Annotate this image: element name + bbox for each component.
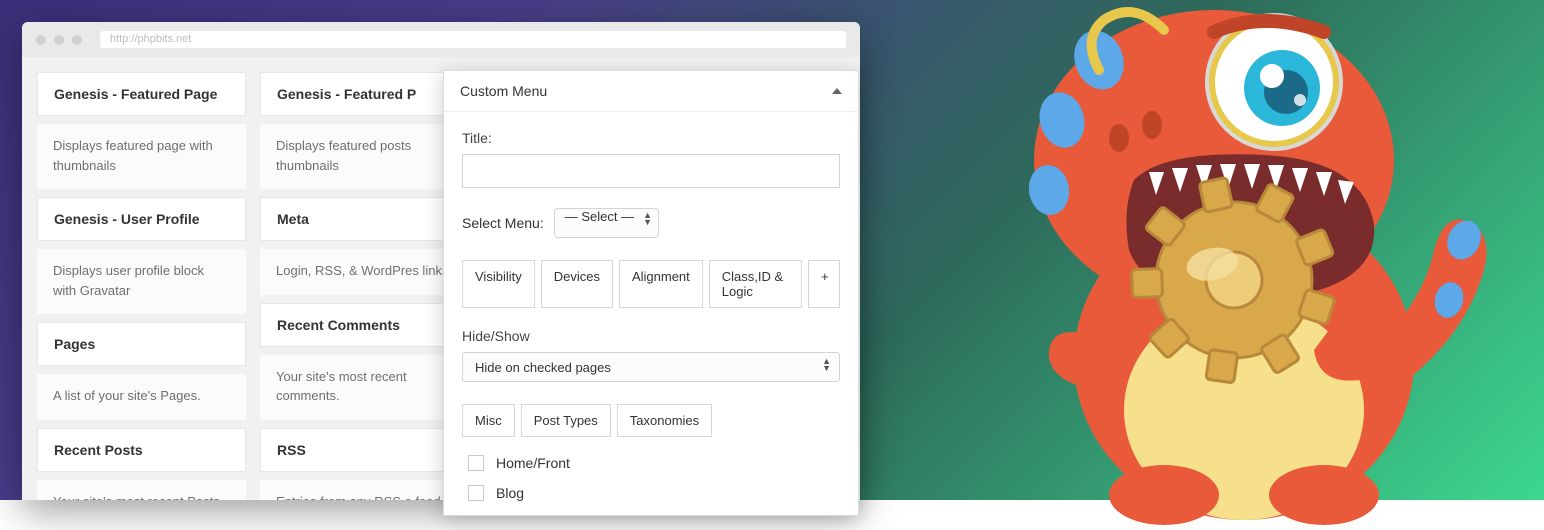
hideshow-label: Hide/Show — [462, 328, 840, 344]
widget-card[interactable]: Genesis - Featured P — [260, 72, 469, 116]
select-menu-dropdown[interactable]: — Select — ▲▼ — [554, 208, 659, 238]
check-row: Blog — [462, 485, 840, 501]
widget-title: Recent Comments — [261, 304, 468, 346]
checkbox-home-front[interactable] — [468, 455, 484, 471]
checkbox-blog[interactable] — [468, 485, 484, 501]
sub-tabs: Misc Post Types Taxonomies — [462, 404, 840, 437]
widget-card[interactable]: Pages — [37, 322, 246, 366]
widget-title: Genesis - Featured P — [261, 73, 468, 115]
panel-body: Title: Select Menu: — Select — ▲▼ Visibi… — [444, 112, 858, 501]
hideshow-value: Hide on checked pages — [475, 360, 611, 375]
custom-menu-panel: Custom Menu Title: Select Menu: — Select… — [443, 70, 859, 516]
subtab-taxonomies[interactable]: Taxonomies — [617, 404, 712, 437]
tab-visibility[interactable]: Visibility — [462, 260, 535, 308]
options-tabs: Visibility Devices Alignment Class,ID & … — [462, 260, 840, 308]
url-bar[interactable]: http://phpbits.net — [100, 31, 846, 48]
widget-title: Pages — [38, 323, 245, 365]
widget-title: RSS — [261, 429, 468, 471]
traffic-light-icon — [54, 35, 64, 45]
dropdown-arrows-icon: ▲▼ — [643, 212, 652, 226]
tab-devices[interactable]: Devices — [541, 260, 613, 308]
widget-title: Meta — [261, 198, 468, 240]
panel-header[interactable]: Custom Menu — [444, 71, 858, 112]
tab-add[interactable]: + — [808, 260, 840, 308]
widget-card[interactable]: RSS — [260, 428, 469, 472]
widget-desc: A list of your site's Pages. — [37, 374, 246, 420]
traffic-light-icon — [72, 35, 82, 45]
widget-column-right: Genesis - Featured P Displays featured p… — [260, 72, 469, 485]
collapse-icon — [832, 88, 842, 94]
checkbox-label: Home/Front — [496, 455, 570, 471]
hideshow-dropdown[interactable]: Hide on checked pages ▲▼ — [462, 352, 840, 382]
widget-desc: Login, RSS, & WordPres links. — [260, 249, 469, 295]
widget-desc: Displays user profile block with Gravata… — [37, 249, 246, 314]
subtab-misc[interactable]: Misc — [462, 404, 515, 437]
tab-class-id-logic[interactable]: Class,ID & Logic — [709, 260, 802, 308]
widget-desc: Displays featured page with thumbnails — [37, 124, 246, 189]
subtab-post-types[interactable]: Post Types — [521, 404, 611, 437]
widget-desc: Your site's most recent Posts. — [37, 480, 246, 501]
mascot-illustration — [904, 0, 1524, 530]
title-input[interactable] — [462, 154, 840, 188]
select-menu-value: — Select — — [565, 209, 634, 224]
select-menu-label: Select Menu: — [462, 215, 544, 231]
widget-title: Genesis - User Profile — [38, 198, 245, 240]
widget-title: Genesis - Featured Page — [38, 73, 245, 115]
dropdown-arrows-icon: ▲▼ — [822, 358, 831, 372]
widget-column-left: Genesis - Featured Page Displays feature… — [37, 72, 246, 485]
browser-chrome: http://phpbits.net — [22, 22, 860, 57]
widget-desc: Displays featured posts thumbnails — [260, 124, 469, 189]
widget-desc: Entries from any RSS o feed. — [260, 480, 469, 501]
widget-card[interactable]: Recent Posts — [37, 428, 246, 472]
traffic-light-icon — [36, 35, 46, 45]
checkbox-label: Blog — [496, 485, 524, 501]
tab-alignment[interactable]: Alignment — [619, 260, 703, 308]
widget-title: Recent Posts — [38, 429, 245, 471]
widget-desc: Your site's most recent comments. — [260, 355, 469, 420]
panel-title: Custom Menu — [460, 83, 547, 99]
widget-card[interactable]: Genesis - User Profile — [37, 197, 246, 241]
widget-card[interactable]: Recent Comments — [260, 303, 469, 347]
check-row: Home/Front — [462, 455, 840, 471]
title-label: Title: — [462, 130, 840, 146]
widget-card[interactable]: Meta — [260, 197, 469, 241]
widget-card[interactable]: Genesis - Featured Page — [37, 72, 246, 116]
